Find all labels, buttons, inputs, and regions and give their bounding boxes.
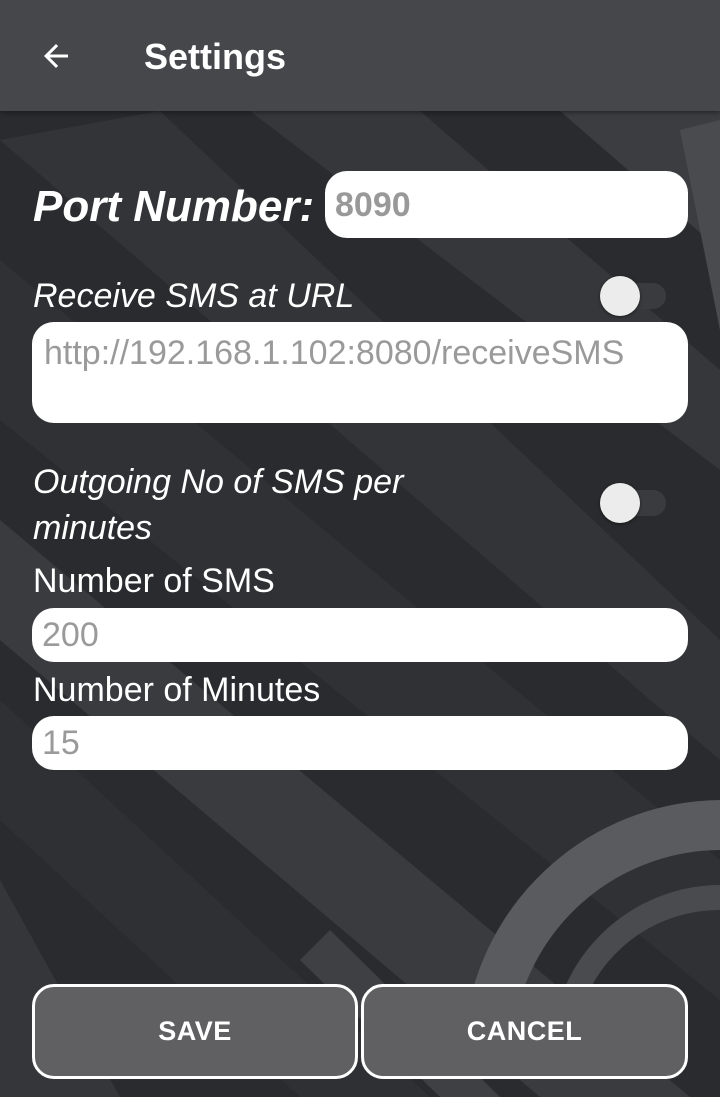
port-number-input[interactable]: 8090 [325, 171, 688, 238]
number-of-minutes-input[interactable]: 15 [32, 716, 688, 770]
settings-form: Port Number: 8090 Receive SMS at URL htt… [0, 111, 720, 1097]
back-button[interactable] [26, 26, 86, 86]
toggle-thumb [600, 483, 640, 523]
save-button[interactable]: SAVE [32, 984, 358, 1079]
outgoing-sms-toggle[interactable] [600, 483, 666, 523]
receive-sms-url-input[interactable]: http://192.168.1.102:8080/receiveSMS [32, 322, 688, 423]
receive-sms-toggle[interactable] [600, 276, 666, 316]
port-number-label: Port Number: [33, 182, 315, 231]
toggle-thumb [600, 276, 640, 316]
outgoing-sms-rate-label: Outgoing No of SMS per minutes [33, 463, 404, 547]
number-of-sms-label: Number of SMS [33, 562, 275, 600]
number-of-sms-input[interactable]: 200 [32, 608, 688, 662]
receive-sms-url-label: Receive SMS at URL [33, 277, 355, 315]
app-bar: Settings [0, 0, 720, 111]
number-of-minutes-label: Number of Minutes [33, 671, 321, 709]
arrow-back-icon [44, 44, 68, 68]
cancel-button[interactable]: CANCEL [361, 984, 688, 1079]
page-title: Settings [144, 36, 287, 77]
